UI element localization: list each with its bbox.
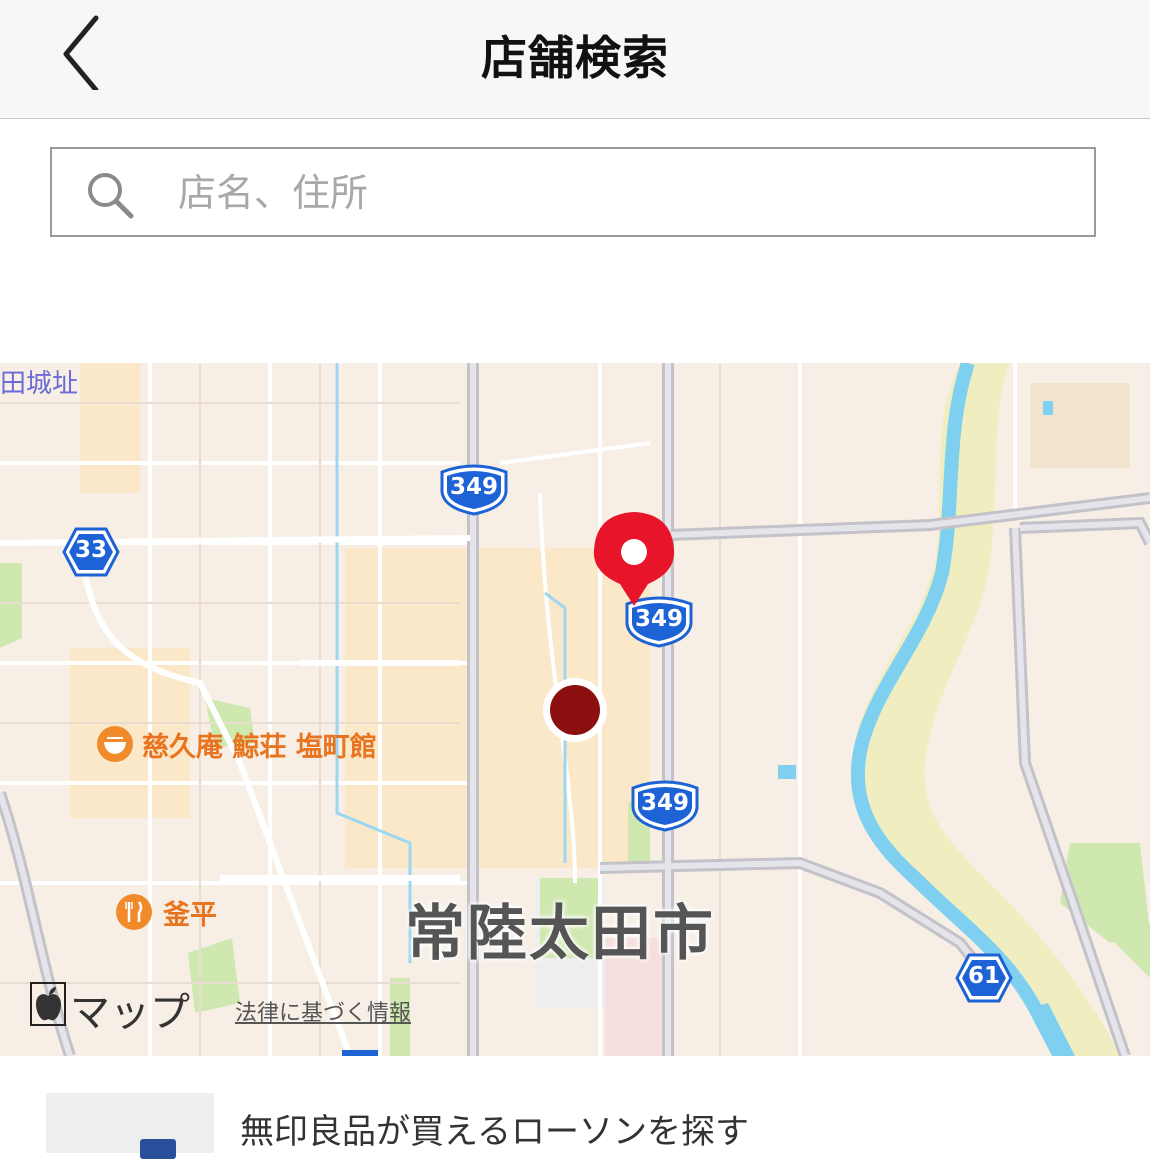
poi-label: 釜平 xyxy=(163,900,217,931)
current-location-dot xyxy=(541,676,609,744)
map-pin-icon xyxy=(593,512,675,606)
route-shield-label: 349 xyxy=(634,606,683,632)
route-shield-label: 61 xyxy=(967,963,1000,989)
search-icon xyxy=(88,173,134,219)
fork-knife-icon xyxy=(116,894,152,930)
place-label: 田城址 xyxy=(0,369,79,399)
ramen-icon xyxy=(97,726,133,762)
search-input[interactable] xyxy=(176,149,1060,237)
route-shield-33: 33 xyxy=(62,527,120,577)
nav-header: 店舗検索 xyxy=(0,0,1150,119)
list-item-label: 無印良品が買えるローソンを探す xyxy=(240,1112,749,1152)
maps-brand-label: マップ xyxy=(70,990,190,1036)
store-list: 無印良品が買えるローソンを探す xyxy=(0,1056,1150,1159)
route-shield-349: 349 xyxy=(629,780,701,832)
search-bar[interactable] xyxy=(50,147,1096,237)
page-title: 店舗検索 xyxy=(481,31,669,85)
apple-logo-icon xyxy=(30,982,66,1026)
poi-kamahira[interactable]: 釜平 xyxy=(115,893,235,933)
legal-info-link[interactable]: 法律に基づく情報 xyxy=(235,995,411,1027)
phone-icon xyxy=(140,1139,176,1159)
poi-label: 慈久庵 鯨荘 塩町館 xyxy=(142,732,377,763)
poi-ramen[interactable]: 慈久庵 鯨荘 塩町館 xyxy=(96,725,406,765)
route-shield-label: 349 xyxy=(449,474,498,500)
list-item-thumbnail xyxy=(46,1093,214,1159)
store-map[interactable]: 349 33 349 349 61 田城址 慈久庵 鯨荘 塩町館 釜平 常陸太田… xyxy=(0,363,1150,1056)
city-label: 常陸太田市 xyxy=(405,899,715,969)
route-shield-label: 349 xyxy=(640,790,689,816)
store-pin[interactable] xyxy=(590,510,678,608)
route-shield-label: 33 xyxy=(74,537,107,563)
route-shield-61: 61 xyxy=(955,953,1013,1003)
route-shield-349: 349 xyxy=(438,464,510,516)
